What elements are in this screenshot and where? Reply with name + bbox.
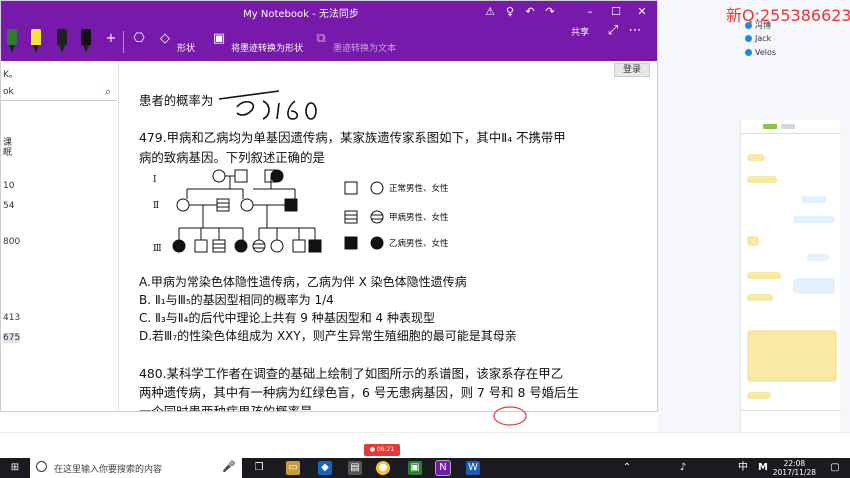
chat-bubble <box>807 254 829 261</box>
ink-to-text-label[interactable]: 墨迹转换为文本 <box>333 41 396 54</box>
warning-icon[interactable]: ⚠ <box>479 3 501 21</box>
microphone-icon[interactable]: 🎤 <box>222 460 236 473</box>
option-b: B. Ⅱ₁与Ⅲ₅的基因型相同的概率为 1/4 <box>139 293 334 307</box>
file-explorer-icon[interactable]: ▭ <box>286 461 300 475</box>
handwritten-answer <box>218 90 317 120</box>
notification-icon[interactable]: ▢ <box>828 461 842 475</box>
record-indicator[interactable]: ● 06:21 <box>364 444 400 456</box>
chat-bubble <box>747 392 771 399</box>
volume-icon[interactable]: ♪ <box>676 461 690 475</box>
user-list: 冯博 Jack Velos <box>745 16 845 66</box>
gen-label-3: Ⅲ <box>153 244 162 254</box>
q480-line3: 一个同时患两种病男孩的概率是 <box>139 404 313 412</box>
user-item[interactable]: 冯博 <box>745 20 771 31</box>
q480-line2: 两种遗传病，其中有一种病为红绿色盲，6 号无患病基因，则 7 号和 8 号婚后生 <box>139 385 579 400</box>
more-icon[interactable]: ⋯ <box>627 23 643 39</box>
task-view-icon[interactable]: ❐ <box>252 461 266 475</box>
input-mode-icon[interactable]: M <box>756 461 770 475</box>
tray-up-icon[interactable]: ⌃ <box>620 461 634 475</box>
windows-start-icon[interactable]: ⊞ <box>8 461 22 475</box>
pen-dark[interactable] <box>57 29 67 55</box>
option-d: D.若Ⅲ₇的性染色体组成为 XXY，则产生异常生殖细胞的最可能是其母亲 <box>139 329 517 343</box>
app-icon[interactable]: ▤ <box>348 461 362 475</box>
login-button[interactable]: 登录 <box>614 63 650 77</box>
chat-bubble <box>801 196 827 203</box>
ink-annotation <box>493 406 527 426</box>
chat-bubble <box>747 154 765 161</box>
pen-green[interactable] <box>7 29 17 55</box>
clock-time: 22:08 <box>783 459 806 468</box>
onenote-window: My Notebook - 无法同步 ⚠ ♀ ↶ ↷ – ☐ ✕ + ⎔ ◇ 形… <box>0 0 658 412</box>
legend-disease-a: 甲病男性、女性 <box>389 212 449 223</box>
pane-item[interactable]: 眠 <box>3 145 12 158</box>
user-item[interactable]: Jack <box>745 34 771 43</box>
option-a: A.甲病为常染色体隐性遗传病，乙病为伴 X 染色体隐性遗传病 <box>139 275 467 289</box>
ink-to-shape-label[interactable]: 将墨迹转换为形状 <box>231 41 303 54</box>
legend-normal: 正常男性、女性 <box>389 183 449 194</box>
pane-item[interactable]: 54 <box>3 201 14 211</box>
share-button[interactable]: 共享 <box>571 25 589 38</box>
lasso-icon[interactable]: ⎔ <box>131 31 147 47</box>
chat-header <box>741 120 841 134</box>
ime-label[interactable]: 中 <box>736 461 750 475</box>
shapes-icon[interactable]: ◇ <box>157 31 173 47</box>
search-value[interactable]: ok <box>3 87 14 97</box>
chat-bubble <box>747 272 781 279</box>
user-icon <box>745 22 752 29</box>
pen-black[interactable] <box>81 29 91 55</box>
add-pen-icon[interactable]: + <box>103 31 119 47</box>
search-placeholder: 在这里输入你要搜索的内容 <box>54 465 163 475</box>
user-icon <box>745 35 752 42</box>
onenote-icon[interactable]: N <box>435 460 451 476</box>
q479-line1: 479.甲病和乙病均为单基因遗传病，某家族遗传家系图如下，其中Ⅱ₄ 不携带甲 <box>139 130 566 145</box>
chat-bubble <box>747 330 837 382</box>
legend-disease-b: 乙病男性、女性 <box>389 238 449 249</box>
clock-date: 2017/11/28 <box>772 468 816 477</box>
notebook-pane: K。 ok ⌕ 课 眠 10 54 800 413 675 <box>1 61 119 411</box>
ink-to-shape-icon[interactable]: ▣ <box>211 31 227 47</box>
title-bar: My Notebook - 无法同步 ⚠ ♀ ↶ ↷ – ☐ ✕ <box>1 1 657 23</box>
gen-label-1: Ⅰ <box>153 175 157 185</box>
word-icon[interactable]: W <box>466 461 480 475</box>
app-icon[interactable]: ▣ <box>408 461 422 475</box>
maximize-button[interactable]: ☐ <box>605 3 627 21</box>
option-c: C. Ⅱ₃与Ⅱ₄的后代中理论上共有 9 种基因型和 4 种表现型 <box>139 311 435 325</box>
chat-bubble <box>747 176 777 183</box>
pane-item-selected[interactable]: 675 <box>3 333 21 343</box>
undo-icon[interactable]: ↶ <box>519 3 541 21</box>
cortana-icon <box>36 461 47 472</box>
pane-item[interactable]: 413 <box>3 313 20 323</box>
store-icon[interactable]: ◆ <box>318 461 332 475</box>
taskbar-search[interactable]: 在这里输入你要搜索的内容 🎤 <box>30 458 242 478</box>
pane-item[interactable]: K。 <box>3 67 18 80</box>
q478-text: 患者的概率为 <box>139 93 214 108</box>
user-icon <box>745 49 752 56</box>
q480-line1: 480.某科学工作者在调查的基础上绘制了如图所示的系谱图，该家系存在甲乙 <box>139 366 564 381</box>
clock[interactable]: 22:08 2017/11/28 <box>773 459 816 477</box>
pane-item[interactable]: 800 <box>3 237 20 247</box>
pane-item[interactable]: 10 <box>3 181 14 191</box>
minimize-button[interactable]: – <box>579 3 601 21</box>
taskbar: ⊞ 在这里输入你要搜索的内容 🎤 ❐ ▭ ◆ ▤ ● ▣ N W ⌃ ♪ 中 M… <box>0 458 850 478</box>
lightbulb-icon[interactable]: ♀ <box>499 3 521 21</box>
gen-label-2: Ⅱ <box>153 201 159 211</box>
search-icon[interactable]: ⌕ <box>105 85 111 99</box>
user-item[interactable]: Velos <box>745 48 776 57</box>
search-box[interactable]: ok ⌕ <box>1 83 117 101</box>
redo-icon[interactable]: ↷ <box>539 3 561 21</box>
shapes-label[interactable]: 形状 <box>177 41 195 54</box>
close-button[interactable]: ✕ <box>631 3 653 21</box>
chat-bubble <box>747 236 759 246</box>
chat-bubble <box>793 278 835 294</box>
chat-bubble <box>793 216 835 223</box>
pedigree-diagram: Ⅰ Ⅱ Ⅲ 正常男性、女性 甲病男性、女性 乙病男性、女性 <box>153 169 449 254</box>
highlighter-yellow[interactable] <box>31 29 41 55</box>
chat-bubble <box>747 294 773 301</box>
chat-panel <box>740 120 841 440</box>
presenter-toolbar <box>0 432 850 458</box>
chrome-icon[interactable]: ● <box>376 461 390 475</box>
expand-icon[interactable]: ⤢ <box>605 23 621 39</box>
ribbon: + ⎔ ◇ 形状 ▣ 将墨迹转换为形状 ⧉ 墨迹转换为文本 共享 ⤢ ⋯ <box>1 23 657 61</box>
ink-to-text-icon[interactable]: ⧉ <box>313 31 329 47</box>
